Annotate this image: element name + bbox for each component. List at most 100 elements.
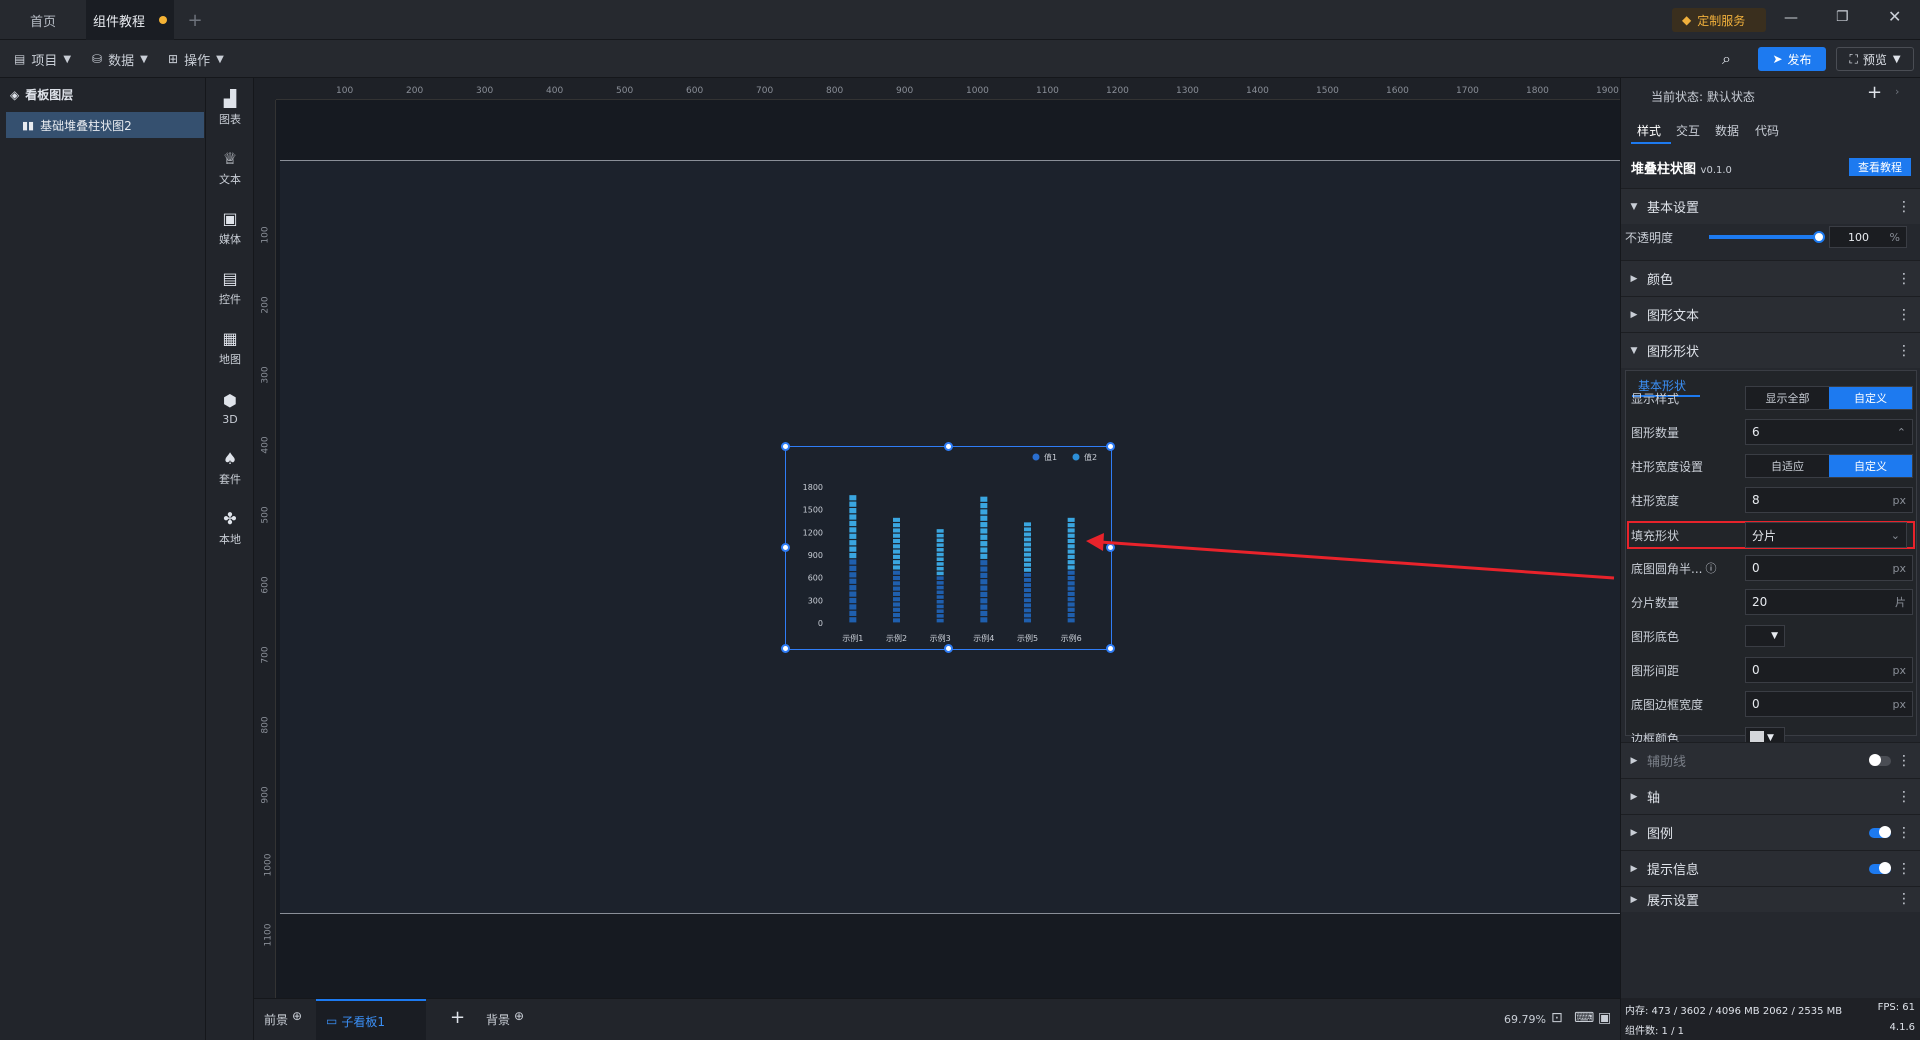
- opacity-slider-knob[interactable]: [1812, 231, 1825, 243]
- library-item-6[interactable]: ♠ 套件: [206, 440, 254, 496]
- resize-handle[interactable]: [1106, 442, 1115, 451]
- tab-data[interactable]: 数据: [1715, 122, 1739, 139]
- section-shape-label: 图形形状: [1647, 345, 1700, 360]
- tab-code[interactable]: 代码: [1755, 122, 1779, 139]
- custom-service-button[interactable]: ◆ 定制服务: [1672, 8, 1766, 32]
- search-icon[interactable]: ⌕: [1722, 49, 1731, 69]
- border-width-input[interactable]: 0 px: [1745, 691, 1913, 717]
- version-label: 4.1.6: [1889, 1022, 1915, 1033]
- resize-handle[interactable]: [943, 442, 953, 451]
- more-icon[interactable]: ⋮: [1897, 891, 1911, 907]
- adaptive-option[interactable]: 自适应: [1746, 455, 1829, 477]
- more-icon[interactable]: ⋮: [1897, 789, 1911, 805]
- custom-option[interactable]: 自定义: [1829, 387, 1912, 409]
- layer-item[interactable]: ▮▮ 基础堆叠柱状图2: [6, 112, 204, 138]
- fit-screen-icon[interactable]: ⊡: [1551, 1010, 1563, 1026]
- stacked-bar-chart[interactable]: 0 300 600 900 1200 1500 1800 示例1 示例2 示例3 示例4 示例5 示例6…: [786, 447, 1113, 651]
- library-item-2[interactable]: ▣ 媒体: [206, 200, 254, 256]
- tab-style[interactable]: 样式: [1637, 122, 1661, 139]
- shape-count-input[interactable]: 6 ⌃: [1745, 419, 1913, 445]
- menu-data[interactable]: ⛁ 数据 ▼: [92, 40, 148, 78]
- more-icon[interactable]: ⋮: [1897, 199, 1911, 215]
- section-color[interactable]: ▶ 颜色 ⋮: [1621, 260, 1920, 296]
- section-shape-text[interactable]: ▶ 图形文本 ⋮: [1621, 296, 1920, 332]
- base-color-picker[interactable]: ▼: [1745, 625, 1785, 647]
- new-tab-button[interactable]: +: [180, 0, 210, 40]
- chart-selection-box[interactable]: 0 300 600 900 1200 1500 1800 示例1 示例2 示例3 示例4 示例5 示例6…: [781, 442, 1115, 653]
- preview-button[interactable]: ⛶ 预览 ▼: [1836, 47, 1914, 71]
- more-icon[interactable]: ⋮: [1897, 343, 1911, 359]
- radius-input[interactable]: 0 px: [1745, 555, 1913, 581]
- resize-handle[interactable]: [1106, 644, 1115, 653]
- section-axis[interactable]: ▶ 轴 ⋮: [1621, 778, 1920, 814]
- more-icon[interactable]: ⋮: [1897, 861, 1911, 877]
- close-icon[interactable]: ✕: [1888, 7, 1901, 26]
- sub-board-tab[interactable]: ▭ 子看板1: [316, 999, 426, 1040]
- bar-slice: [1067, 570, 1075, 575]
- bar[interactable]: [849, 495, 857, 623]
- resize-handle[interactable]: [943, 644, 953, 653]
- section-basic[interactable]: ▼ 基本设置 ⋮: [1621, 188, 1920, 224]
- resize-handle[interactable]: [781, 442, 790, 451]
- library-item-0[interactable]: ▟ 图表: [206, 80, 254, 136]
- resize-handle[interactable]: [781, 543, 790, 552]
- bar-width-input[interactable]: 8 px: [1745, 487, 1913, 513]
- y-tick-label: 1500: [803, 506, 823, 515]
- section-display[interactable]: ▶ 展示设置 ⋮: [1621, 886, 1920, 912]
- bar[interactable]: [936, 529, 944, 623]
- library-item-3[interactable]: ▤ 控件: [206, 260, 254, 316]
- tooltip-toggle[interactable]: [1869, 862, 1891, 874]
- section-shape[interactable]: ▼ 图形形状 ⋮: [1621, 332, 1920, 368]
- bar-slice: [893, 528, 900, 533]
- chevron-right-icon[interactable]: ›: [1895, 85, 1899, 98]
- aux-toggle[interactable]: [1869, 754, 1891, 766]
- library-item-4[interactable]: ▦ 地图: [206, 320, 254, 376]
- spacing-input[interactable]: 0 px: [1745, 657, 1913, 683]
- more-icon[interactable]: ⋮: [1897, 753, 1911, 769]
- stepper-up-icon[interactable]: ⌃: [1897, 426, 1906, 439]
- fill-shape-select[interactable]: 分片 ⌄: [1745, 522, 1907, 548]
- library-item-1[interactable]: ♕ 文本: [206, 140, 254, 196]
- bar[interactable]: [1067, 517, 1075, 623]
- tab-tutorial[interactable]: 组件教程: [86, 0, 174, 40]
- opacity-input[interactable]: 100%: [1829, 226, 1907, 248]
- slice-count-input[interactable]: 20 片: [1745, 589, 1913, 615]
- library-item-5[interactable]: ⬢ 3D: [206, 380, 254, 436]
- back-layer-tab[interactable]: 背景 ⊕: [486, 1009, 524, 1028]
- menu-ops[interactable]: ⊞ 操作 ▼: [168, 40, 224, 78]
- add-board-button[interactable]: +: [450, 1007, 465, 1028]
- legend-toggle[interactable]: [1869, 826, 1891, 838]
- front-layer-tab[interactable]: 前景 ⊕: [264, 1009, 302, 1028]
- section-aux-line[interactable]: ▶ 辅助线 ⋮: [1621, 742, 1920, 778]
- section-tooltip[interactable]: ▶ 提示信息 ⋮: [1621, 850, 1920, 886]
- show-all-option[interactable]: 显示全部: [1746, 387, 1829, 409]
- terminal-icon[interactable]: ▣: [1598, 1010, 1611, 1026]
- custom-width-option[interactable]: 自定义: [1829, 455, 1912, 477]
- more-icon[interactable]: ⋮: [1897, 825, 1911, 841]
- tab-interaction[interactable]: 交互: [1676, 122, 1700, 139]
- section-legend[interactable]: ▶ 图例 ⋮: [1621, 814, 1920, 850]
- help-icon[interactable]: ⓘ: [1705, 560, 1716, 576]
- minimize-icon[interactable]: —: [1784, 10, 1798, 26]
- more-icon[interactable]: ⋮: [1897, 307, 1911, 323]
- resize-handle[interactable]: [781, 644, 790, 653]
- bar-slice: [893, 570, 900, 575]
- view-tutorial-button[interactable]: 查看教程: [1849, 158, 1911, 176]
- keyboard-icon[interactable]: ⌨: [1574, 1010, 1594, 1026]
- menu-project[interactable]: ▤ 项目 ▼: [14, 40, 71, 78]
- bar[interactable]: [980, 496, 988, 623]
- add-state-button[interactable]: +: [1867, 82, 1882, 103]
- library-item-7[interactable]: ✤ 本地: [206, 500, 254, 556]
- resize-handle[interactable]: [1106, 543, 1115, 552]
- bar[interactable]: [893, 517, 900, 623]
- caret-down-icon: ▼: [1771, 631, 1778, 641]
- publish-button[interactable]: ➤ 发布: [1758, 47, 1826, 71]
- tab-home[interactable]: 首页: [0, 0, 86, 40]
- bar-slice: [1067, 591, 1075, 596]
- restore-icon[interactable]: ❐: [1836, 9, 1849, 25]
- caret-right-icon: ▶: [1630, 755, 1638, 766]
- opacity-slider[interactable]: [1709, 231, 1825, 243]
- bottom-bar: 前景 ⊕ ▭ 子看板1 + 背景 ⊕ 69.79% ⊡ ⌨ ▣: [254, 998, 1620, 1040]
- bar[interactable]: [1024, 522, 1031, 623]
- more-icon[interactable]: ⋮: [1897, 271, 1911, 287]
